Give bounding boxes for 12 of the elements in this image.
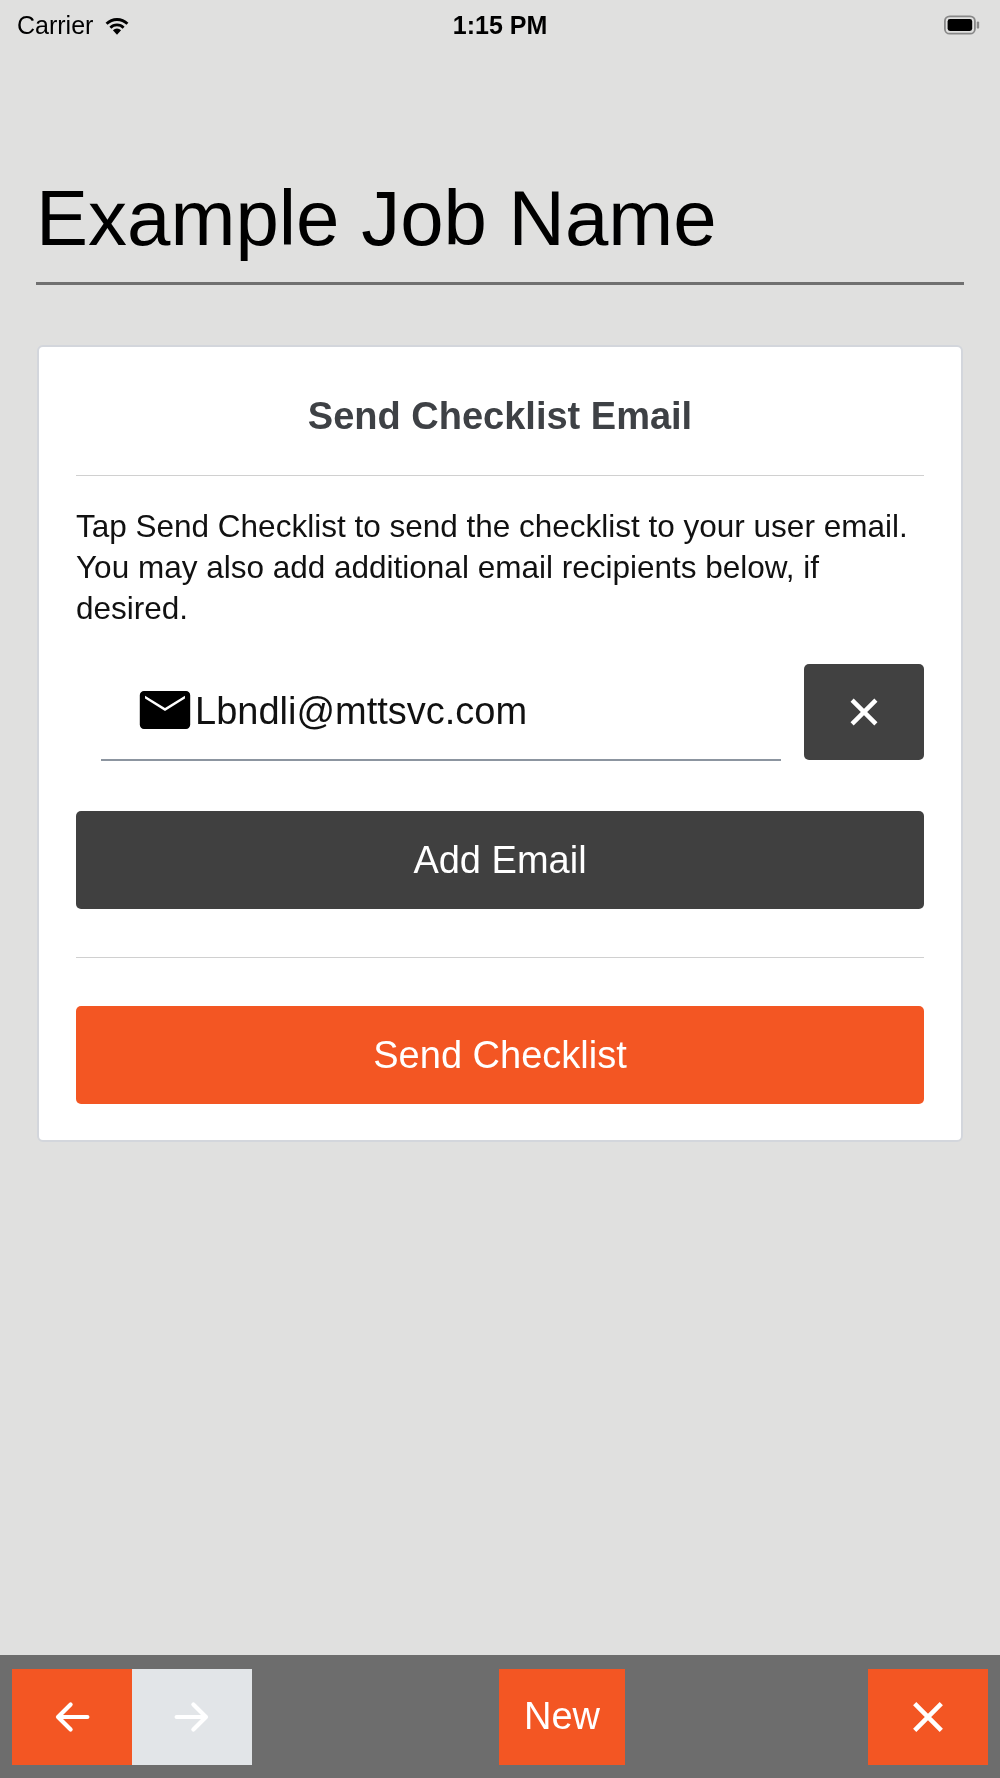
battery-icon: [944, 15, 980, 35]
close-button[interactable]: [868, 1668, 988, 1765]
clock-time: 1:15 PM: [452, 10, 548, 40]
card-heading: Send Checklist Email: [306, 394, 694, 439]
add-email-button[interactable]: Add Email: [76, 811, 924, 909]
carrier-label: Carrier: [17, 10, 94, 40]
instructions-text: Tap Send Checklist to send the checklist to your user email. You may also add additional email recipients below, if desired.: [76, 507, 909, 628]
mail-icon: [139, 689, 191, 731]
job-title: Example Job Name: [36, 170, 964, 285]
remove-email-button[interactable]: [804, 664, 924, 760]
back-button[interactable]: [12, 1668, 132, 1765]
email-field[interactable]: Lbndli@mttsvc.com: [101, 663, 781, 761]
